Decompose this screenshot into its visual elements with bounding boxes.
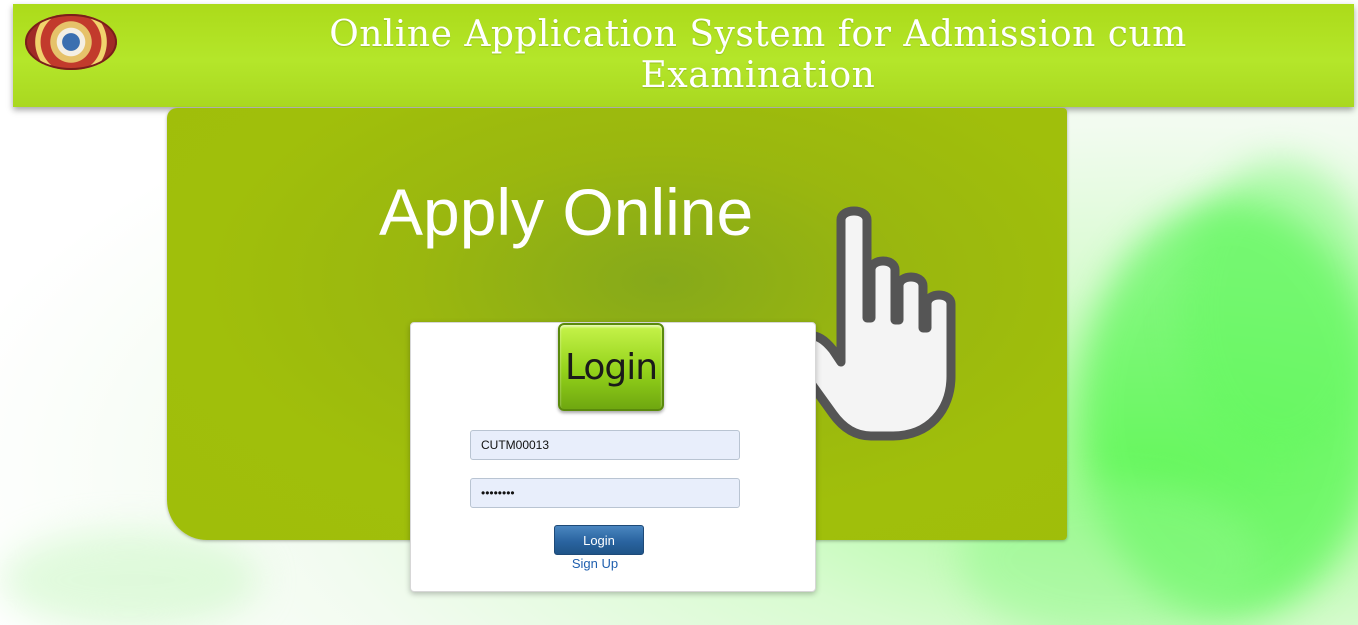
apply-online-heading: Apply Online [379,175,754,249]
username-field[interactable] [470,430,740,460]
banner-corner [167,516,191,540]
password-field[interactable] [470,478,740,508]
pointing-hand-icon [789,206,956,441]
university-seal-icon [25,14,117,70]
login-badge: Login [558,323,664,411]
sign-up-link[interactable]: Sign Up [554,556,636,571]
page-title: Online Application System for Admission … [329,14,1187,96]
background-smoke [0,530,260,625]
login-card: Login Login Sign Up [410,322,816,592]
login-button[interactable]: Login [554,525,644,555]
page-header: Online Application System for Admission … [13,4,1354,107]
